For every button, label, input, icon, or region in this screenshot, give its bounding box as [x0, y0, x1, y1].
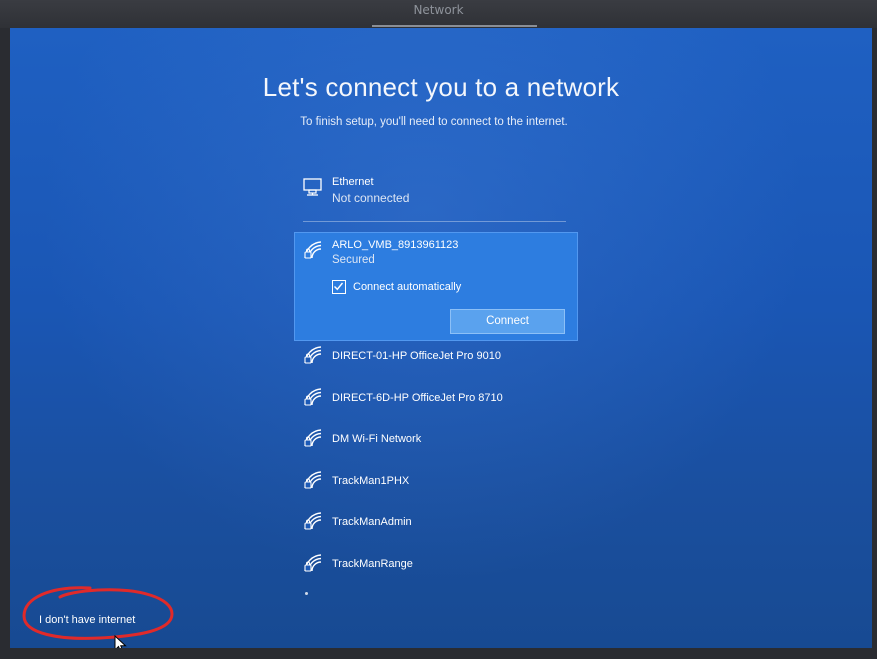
network-name: TrackManRange: [332, 557, 413, 570]
ethernet-name: Ethernet: [332, 176, 374, 188]
network-name: TrackMan1PHX: [332, 474, 410, 487]
network-item[interactable]: DM Wi-Fi Network: [301, 427, 576, 453]
wifi-secured-icon: [302, 239, 324, 261]
mouse-cursor-icon: [114, 635, 127, 648]
oobe-screen: Let's connect you to a network To finish…: [10, 28, 872, 648]
network-item[interactable]: TrackManAdmin: [301, 510, 576, 536]
wifi-secured-icon: [302, 344, 324, 366]
page-title: Let's connect you to a network: [262, 72, 620, 102]
network-name: DIRECT-6D-HP OfficeJet Pro 8710: [332, 391, 503, 404]
title-underline: [372, 25, 537, 27]
ethernet-item[interactable]: Ethernet Not connected: [301, 176, 576, 208]
wifi-secured-icon: [302, 469, 324, 491]
connect-automatically-label: Connect automatically: [353, 281, 462, 293]
network-name: TrackManAdmin: [332, 516, 412, 528]
selected-network-name: ARLO_VMB_8913961123: [332, 239, 459, 251]
wifi-secured-icon: [302, 427, 324, 449]
wifi-secured-icon: [302, 386, 324, 408]
ethernet-icon: [302, 176, 324, 198]
wifi-secured-icon: [302, 510, 324, 532]
ethernet-status: Not connected: [332, 191, 410, 205]
selected-network-panel[interactable]: ARLO_VMB_8913961123 Secured Connect auto…: [294, 232, 578, 341]
page-subtitle: To finish setup, you'll need to connect …: [300, 116, 568, 128]
red-circle-annotation: [22, 586, 174, 640]
window-titlebar: Network: [0, 0, 877, 28]
more-networks-indicator: [305, 592, 308, 595]
network-name: DIRECT-01-HP OfficeJet Pro 9010: [332, 350, 501, 362]
network-item[interactable]: TrackManRange: [301, 552, 576, 578]
divider: [303, 221, 566, 222]
connect-button[interactable]: Connect: [450, 309, 565, 334]
connect-automatically-checkbox[interactable]: [332, 280, 346, 294]
network-item[interactable]: DIRECT-6D-HP OfficeJet Pro 8710: [301, 386, 576, 412]
network-name: DM Wi-Fi Network: [332, 433, 422, 445]
window-title: Network: [413, 3, 464, 17]
network-item[interactable]: DIRECT-01-HP OfficeJet Pro 9010: [301, 344, 576, 370]
wifi-secured-icon: [302, 552, 324, 574]
checkmark-icon: [334, 282, 344, 291]
network-item[interactable]: TrackMan1PHX: [301, 469, 576, 495]
selected-network-status: Secured: [332, 254, 375, 266]
